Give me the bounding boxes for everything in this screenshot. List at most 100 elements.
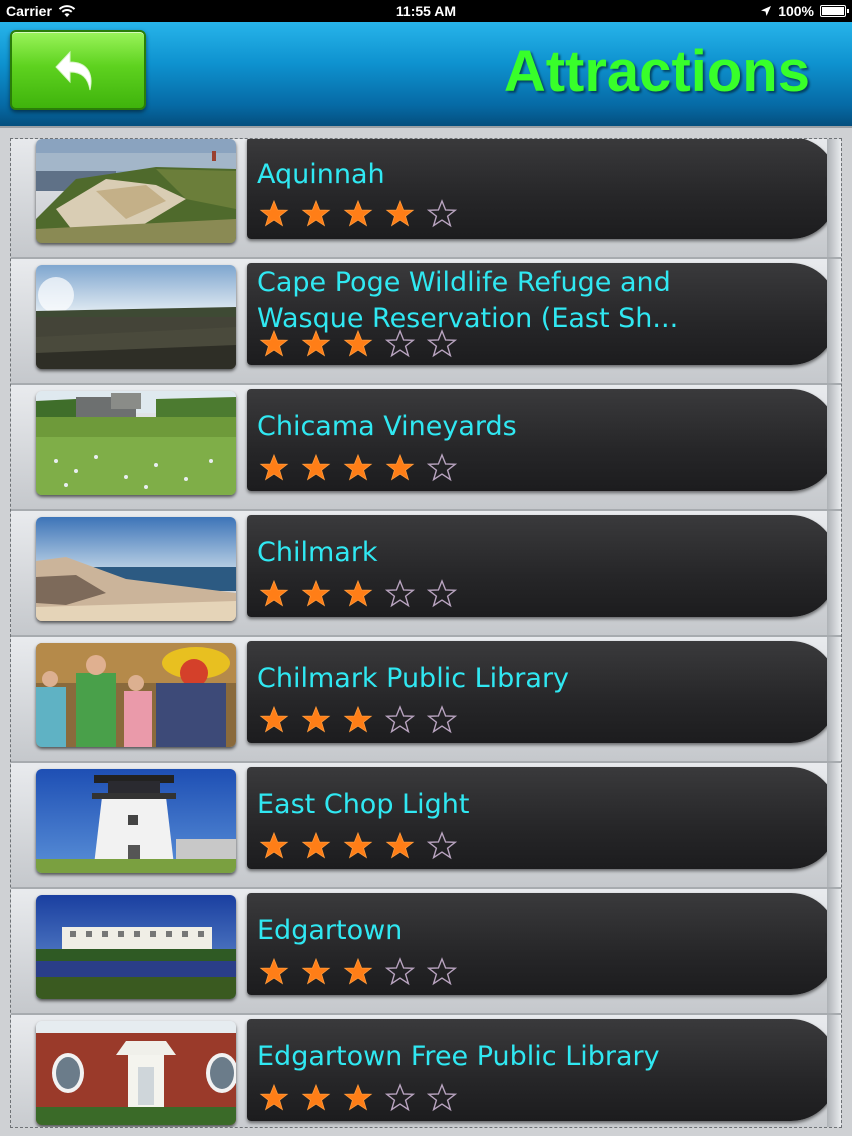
star-filled-icon [259,453,289,483]
star-empty-icon [427,831,457,861]
star-filled-icon [301,831,331,861]
star-filled-icon [259,579,289,609]
attraction-title: Chicama Vineyards [257,411,517,442]
star-filled-icon [301,453,331,483]
chevron-right-icon [825,177,837,197]
star-rating [259,579,457,609]
star-filled-icon [301,329,331,359]
page-title: Attractions [503,39,810,104]
star-empty-icon [385,329,415,359]
attraction-title-line-1: Cape Poge Wildlife Refuge and [257,267,671,298]
battery-icon [820,5,849,17]
battery-percent: 100% [778,3,814,19]
star-filled-icon [301,705,331,735]
star-filled-icon [259,1083,289,1113]
attraction-title: Cape Poge Wildlife Refuge and Wasque Res… [257,265,797,337]
star-rating [259,957,457,987]
attraction-title: Edgartown Free Public Library [257,1041,660,1072]
attraction-title: Aquinnah [257,159,385,190]
chevron-right-icon [825,555,837,575]
attraction-title: Chilmark Public Library [257,663,570,694]
list-item-aquinnah[interactable]: Aquinnah [11,139,841,259]
star-rating [259,831,457,861]
star-filled-icon [301,1083,331,1113]
location-arrow-icon [761,6,772,16]
chevron-right-icon [825,933,837,953]
star-filled-icon [343,705,373,735]
star-filled-icon [259,199,289,229]
list-item-edgartown[interactable]: Edgartown [11,889,841,1015]
attraction-info-bubble: Chilmark Public Library [247,641,837,743]
star-empty-icon [385,705,415,735]
star-empty-icon [427,705,457,735]
attraction-info-bubble: Aquinnah [247,139,837,239]
star-rating [259,329,457,359]
attraction-info-bubble: East Chop Light [247,767,837,869]
star-empty-icon [427,329,457,359]
star-empty-icon [385,579,415,609]
star-filled-icon [385,831,415,861]
attraction-thumbnail [36,139,236,243]
star-filled-icon [343,957,373,987]
chevron-right-icon [825,429,837,449]
star-filled-icon [259,705,289,735]
star-filled-icon [343,453,373,483]
attraction-thumbnail [36,517,236,621]
star-filled-icon [343,1083,373,1113]
star-empty-icon [427,579,457,609]
navigation-header: Attractions [0,22,852,128]
attractions-list[interactable]: Aquinnah Cape Poge Wildlife Refuge and W… [10,138,842,1128]
list-item-cape-poge[interactable]: Cape Poge Wildlife Refuge and Wasque Res… [11,259,841,385]
star-filled-icon [385,199,415,229]
star-filled-icon [343,579,373,609]
star-filled-icon [343,329,373,359]
attraction-title: East Chop Light [257,789,470,820]
attraction-thumbnail [36,643,236,747]
star-empty-icon [427,453,457,483]
attraction-info-bubble: Cape Poge Wildlife Refuge and Wasque Res… [247,263,837,365]
star-filled-icon [301,199,331,229]
star-empty-icon [385,1083,415,1113]
star-empty-icon [427,957,457,987]
attraction-thumbnail [36,895,236,999]
chevron-right-icon [825,807,837,827]
attraction-title: Chilmark [257,537,378,568]
list-item-chicama-vineyards[interactable]: Chicama Vineyards [11,385,841,511]
star-filled-icon [301,957,331,987]
chevron-right-icon [825,303,837,323]
attraction-title: Edgartown [257,915,403,946]
attraction-thumbnail [36,265,236,369]
attraction-info-bubble: Edgartown [247,893,837,995]
star-empty-icon [427,1083,457,1113]
star-filled-icon [259,831,289,861]
star-empty-icon [427,199,457,229]
chevron-right-icon [825,681,837,701]
attraction-info-bubble: Chicama Vineyards [247,389,837,491]
attraction-thumbnail [36,769,236,873]
star-rating [259,705,457,735]
star-rating [259,1083,457,1113]
star-filled-icon [343,831,373,861]
attraction-info-bubble: Edgartown Free Public Library [247,1019,837,1121]
chevron-right-icon [825,1059,837,1079]
status-right: 100% [760,3,849,19]
star-rating [259,199,457,229]
status-bar: Carrier 11:55 AM 100% [0,0,852,22]
star-rating [259,453,457,483]
list-item-east-chop-light[interactable]: East Chop Light [11,763,841,889]
list-item-chilmark[interactable]: Chilmark [11,511,841,637]
status-time: 11:55 AM [395,3,457,19]
back-button[interactable] [10,30,146,110]
attraction-thumbnail [36,1021,236,1125]
attraction-info-bubble: Chilmark [247,515,837,617]
star-filled-icon [343,199,373,229]
star-empty-icon [385,957,415,987]
star-filled-icon [385,453,415,483]
list-item-edgartown-free-public-library[interactable]: Edgartown Free Public Library [11,1015,841,1127]
star-filled-icon [259,329,289,359]
attraction-thumbnail [36,391,236,495]
back-arrow-icon [55,50,92,91]
star-filled-icon [301,579,331,609]
star-filled-icon [259,957,289,987]
list-item-chilmark-public-library[interactable]: Chilmark Public Library [11,637,841,763]
